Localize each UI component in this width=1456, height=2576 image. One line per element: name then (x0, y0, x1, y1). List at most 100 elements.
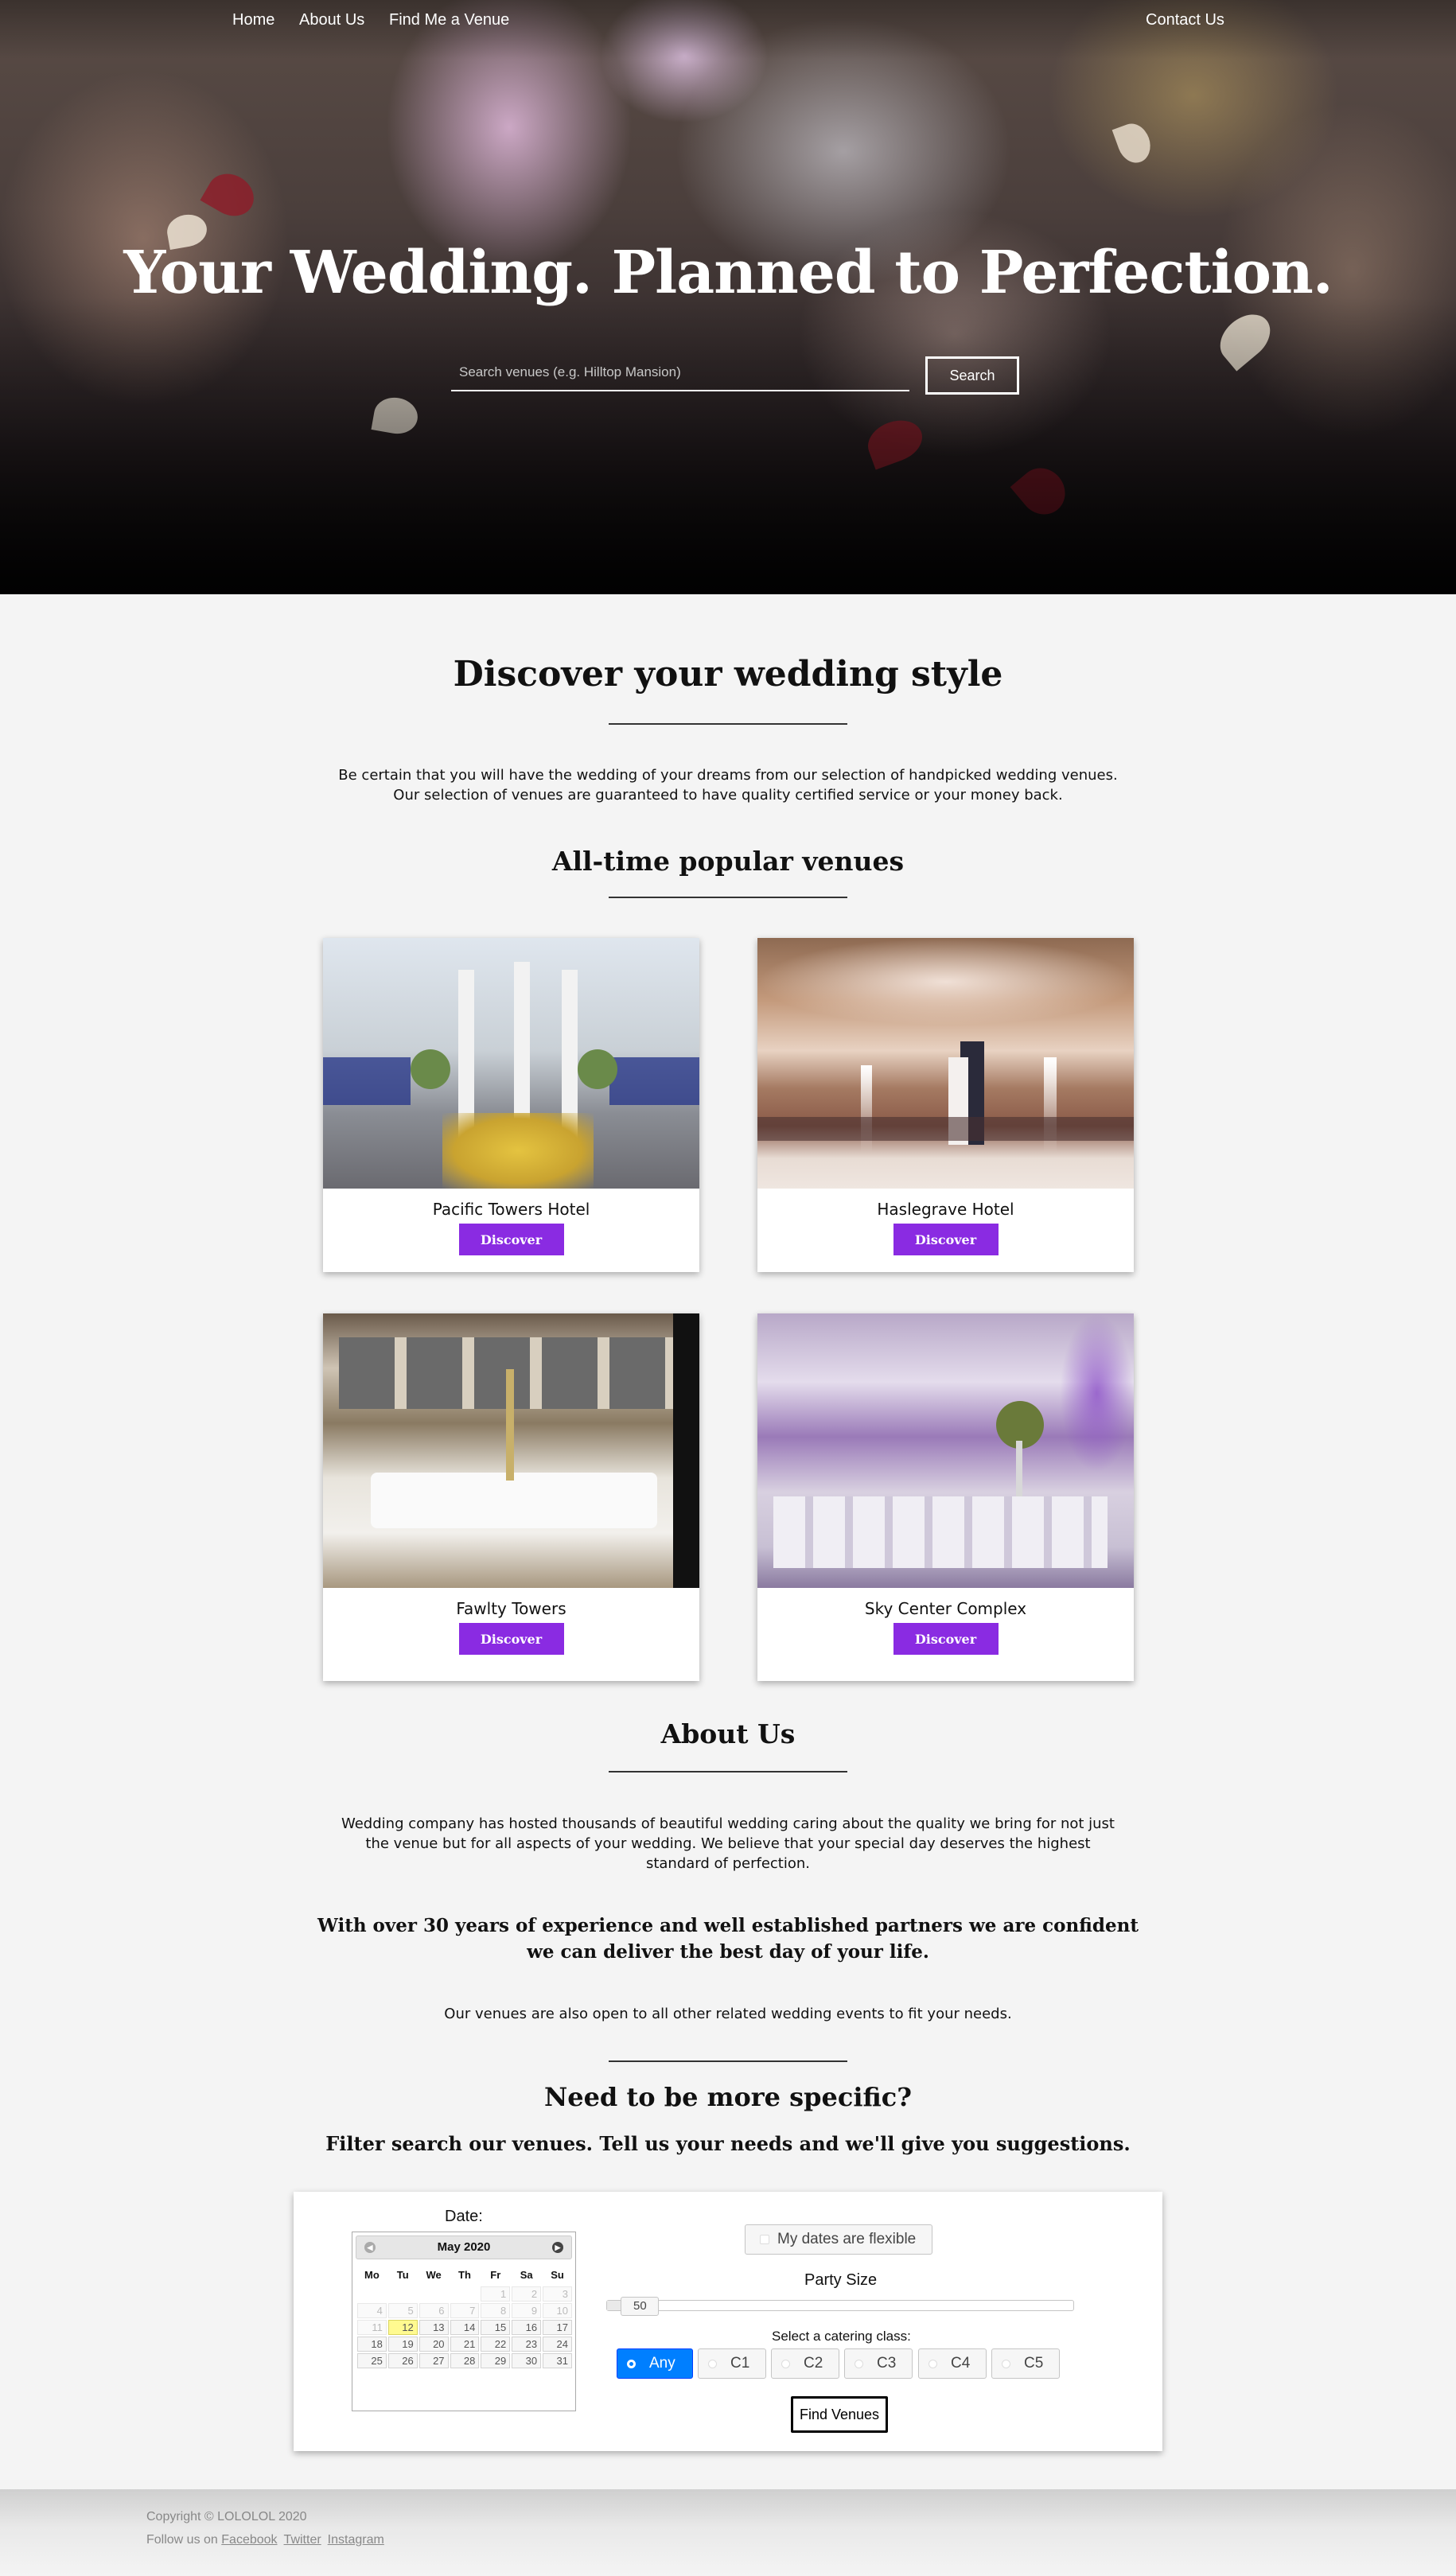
radio-icon (781, 2360, 790, 2368)
weekday-header: Su (551, 2268, 564, 2281)
weekday-header: We (426, 2268, 442, 2281)
flexible-dates-toggle[interactable]: My dates are flexible (745, 2224, 932, 2255)
calendar-day[interactable]: 29 (481, 2353, 511, 2368)
calendar-day[interactable]: 15 (481, 2320, 511, 2335)
divider (609, 897, 847, 898)
venue-image (757, 1313, 1134, 1588)
catering-option-c1[interactable]: C1 (698, 2348, 766, 2379)
calendar-day[interactable]: 17 (543, 2320, 572, 2335)
party-size-label: Party Size (804, 2271, 878, 2289)
radio-icon (855, 2360, 863, 2368)
discover-text: Be certain that you will have the weddin… (338, 767, 1118, 804)
weekday-header: Fr (490, 2268, 501, 2281)
nav-contact-us[interactable]: Contact Us (1146, 11, 1224, 29)
radio-icon (1002, 2360, 1010, 2368)
calendar-day (450, 2286, 480, 2302)
venue-image (323, 1313, 699, 1588)
catering-option-label: C1 (730, 2355, 750, 2372)
venue-filter-panel: Date: ◀ May 2020 ▶ Mo Tu We Th Fr Sa Su 123456… (294, 2192, 1162, 2451)
venue-search-input[interactable] (451, 356, 909, 388)
radio-icon (627, 2360, 636, 2368)
copyright: Copyright © LOLOLOL 2020 (146, 2510, 307, 2523)
catering-option-c2[interactable]: C2 (771, 2348, 839, 2379)
calendar-day[interactable]: 20 (419, 2337, 449, 2352)
calendar-day: 1 (481, 2286, 511, 2302)
calendar-day[interactable]: 28 (450, 2353, 480, 2368)
weekday-header: Tu (396, 2268, 409, 2281)
calendar-day: 6 (419, 2303, 449, 2318)
discover-button[interactable]: Discover (458, 1224, 564, 1255)
discover-button[interactable]: Discover (458, 1623, 564, 1655)
divider (609, 1771, 847, 1772)
catering-option-label: C4 (951, 2355, 971, 2372)
catering-option-c3[interactable]: C3 (844, 2348, 913, 2379)
date-calendar: ◀ May 2020 ▶ Mo Tu We Th Fr Sa Su 1 2 3 4 5 6 7 8 9 10 1… (352, 2232, 576, 2411)
discover-button[interactable]: Discover (893, 1224, 999, 1255)
nav-home[interactable]: Home (232, 11, 274, 29)
calendar-day[interactable]: 13 (419, 2320, 449, 2335)
popular-title: All-time popular venues (551, 846, 905, 877)
find-venues-button[interactable]: Find Venues (791, 2396, 888, 2433)
nav-about-us[interactable]: About Us (299, 11, 364, 29)
weekday-header: Sa (520, 2268, 533, 2281)
radio-icon (928, 2360, 937, 2368)
calendar-day[interactable]: 25 (357, 2353, 387, 2368)
party-size-slider[interactable]: 50 (606, 2297, 1074, 2316)
search-bar (451, 356, 909, 391)
twitter-link[interactable]: Twitter (284, 2533, 321, 2547)
venue-name: Pacific Towers Hotel (432, 1200, 590, 1219)
follow-label: Follow us on (146, 2533, 218, 2547)
slider-handle[interactable]: 50 (621, 2297, 660, 2316)
calendar-day[interactable]: 16 (512, 2320, 542, 2335)
instagram-link[interactable]: Instagram (328, 2533, 384, 2547)
about-title: About Us (660, 1718, 796, 1749)
calendar-day[interactable]: 26 (387, 2353, 418, 2368)
calendar-day[interactable]: 24 (543, 2337, 572, 2352)
venue-name: Fawlty Towers (456, 1599, 566, 1618)
catering-option-c5[interactable]: C5 (991, 2348, 1060, 2379)
footer: Copyright © LOLOLOL 2020 Follow us on Fa… (0, 2489, 1456, 2576)
calendar-day: 7 (450, 2303, 480, 2318)
calendar-day[interactable]: 14 (450, 2320, 480, 2335)
weekday-header: Th (458, 2268, 471, 2281)
calendar-day (419, 2286, 449, 2302)
calendar-day[interactable]: 31 (543, 2353, 572, 2368)
catering-option-c4[interactable]: C4 (918, 2348, 987, 2379)
calendar-day[interactable]: 19 (387, 2337, 418, 2352)
calendar-grid: Mo Tu We Th Fr Sa Su 1 2 3 4 5 6 7 8 9 10 11 12 13 14 15 16 17… (356, 2263, 574, 2370)
checkbox-icon (760, 2235, 769, 2244)
calendar-day: 4 (357, 2303, 387, 2318)
facebook-link[interactable]: Facebook (221, 2533, 277, 2547)
next-month-icon[interactable]: ▶ (552, 2242, 563, 2253)
date-label: Date: (445, 2208, 483, 2225)
calendar-day[interactable]: 30 (512, 2353, 542, 2368)
divider (609, 2060, 847, 2062)
venue-card: Pacific Towers Hotel Discover (323, 938, 699, 1272)
venue-card: Haslegrave Hotel Discover (757, 938, 1134, 1272)
search-button[interactable]: Search (925, 356, 1019, 395)
calendar-day[interactable]: 22 (481, 2337, 511, 2352)
top-nav: Home About Us Find Me a Venue Contact Us (0, 11, 1456, 35)
venue-image (323, 938, 699, 1189)
calendar-day[interactable]: 12 (387, 2320, 418, 2335)
calendar-day[interactable]: 21 (450, 2337, 480, 2352)
calendar-day (357, 2286, 387, 2302)
social-links: Follow us on Facebook Twitter Instagram (146, 2533, 391, 2547)
calendar-day[interactable]: 18 (357, 2337, 387, 2352)
prev-month-icon[interactable]: ◀ (364, 2242, 376, 2253)
catering-option-any[interactable]: Any (617, 2348, 693, 2379)
calendar-day: 5 (387, 2303, 418, 2318)
venue-card: Sky Center Complex Discover (757, 1313, 1134, 1681)
weekday-header: Mo (364, 2268, 380, 2281)
specific-subtitle: Filter search our venues. Tell us your n… (325, 2132, 1131, 2155)
about-events-text: Our venues are also open to all other re… (444, 2006, 1012, 2022)
calendar-day[interactable]: 27 (419, 2353, 449, 2368)
venue-name: Sky Center Complex (864, 1599, 1027, 1618)
discover-button[interactable]: Discover (893, 1623, 999, 1655)
calendar-day[interactable]: 23 (512, 2337, 542, 2352)
specific-title: Need to be more specific? (543, 2082, 913, 2112)
nav-find-venue[interactable]: Find Me a Venue (389, 11, 509, 29)
flexible-dates-label: My dates are flexible (777, 2231, 917, 2247)
discover-title: Discover your wedding style (453, 654, 1003, 695)
calendar-day: 10 (543, 2303, 572, 2318)
